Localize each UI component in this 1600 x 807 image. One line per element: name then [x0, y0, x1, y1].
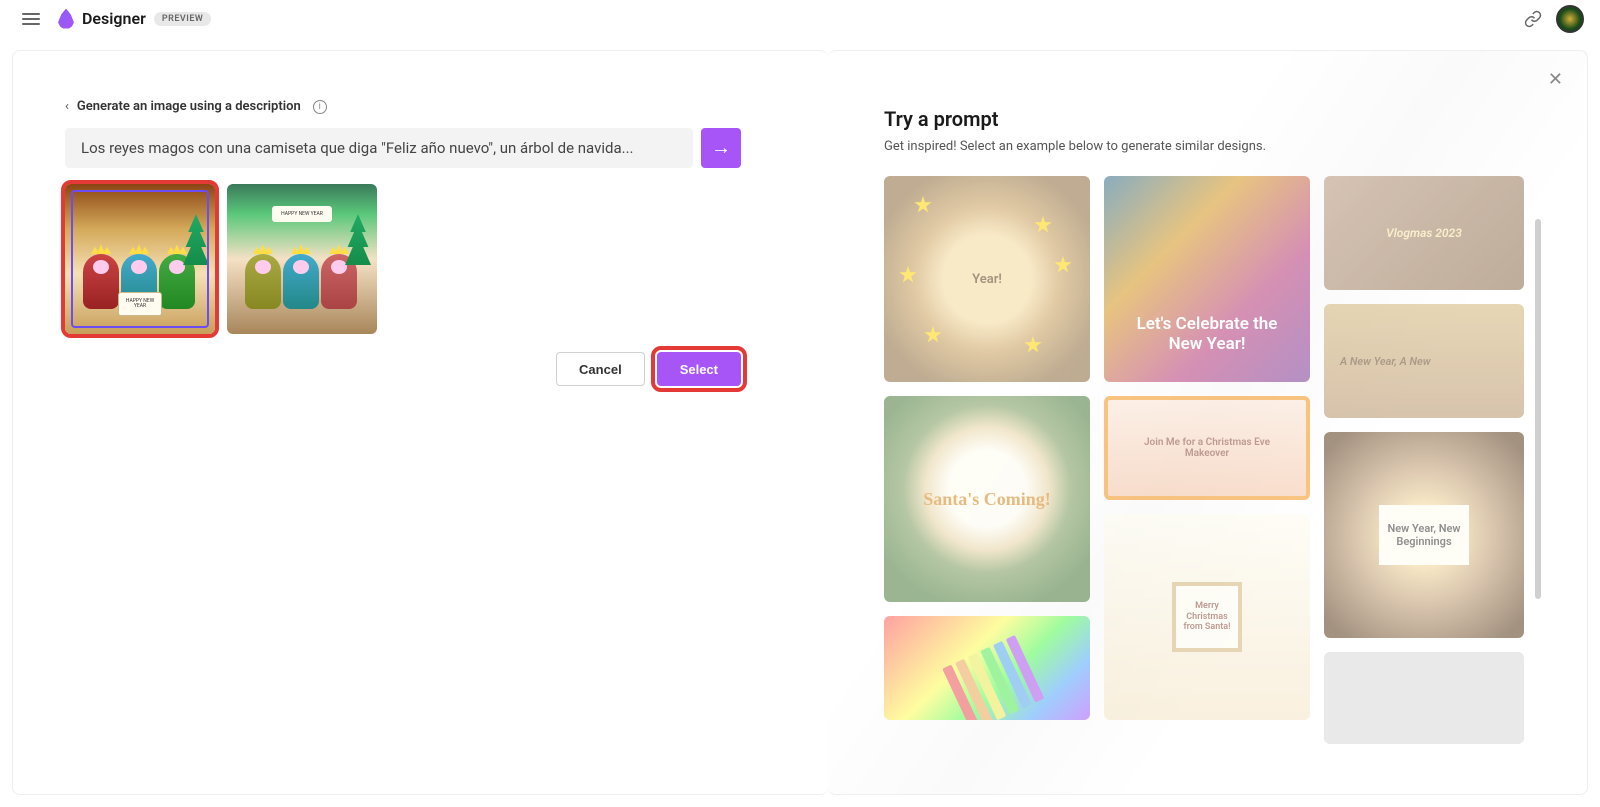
action-row: Cancel Select: [65, 352, 741, 386]
banner-text: HAPPY NEW YEAR: [272, 206, 332, 222]
back-row[interactable]: ‹ Generate an image using a description i: [65, 99, 828, 114]
prompt-tile[interactable]: New Year, New Beginnings: [1324, 432, 1524, 638]
preview-badge: PREVIEW: [154, 12, 211, 26]
tile-label: Join Me for a Christmas Eve Makeover: [1138, 437, 1276, 459]
tile-label: Merry Christmas from Santa!: [1172, 582, 1242, 652]
panel-right: ✕Try a prompt Get inspired! Select an exa…: [828, 50, 1588, 795]
scrollbar[interactable]: [1535, 219, 1541, 599]
close-button[interactable]: ✕: [1548, 69, 1563, 90]
prompt-tile[interactable]: Vlogmas 2023: [1324, 176, 1524, 290]
panel-subtitle: Get inspired! Select an example below to…: [884, 139, 1547, 154]
logo-group: Designer PREVIEW: [58, 9, 211, 29]
prompt-tile[interactable]: [1324, 652, 1524, 744]
result-card-2[interactable]: HAPPY NEW YEAR: [227, 184, 377, 334]
link-icon[interactable]: [1524, 10, 1542, 28]
prompt-tile[interactable]: Merry Christmas from Santa!: [1104, 514, 1310, 720]
gallery-col-1: Year! Santa's Coming!: [884, 176, 1090, 744]
cancel-button[interactable]: Cancel: [556, 352, 645, 386]
tile-label: Let's Celebrate the New Year!: [1124, 314, 1290, 354]
prompt-tile[interactable]: Let's Celebrate the New Year!: [1104, 176, 1310, 382]
panel-title: Try a prompt: [884, 107, 1547, 131]
tile-label: Vlogmas 2023: [1386, 226, 1462, 240]
tile-label: A New Year, A New: [1340, 355, 1431, 368]
flame-icon: [58, 9, 74, 29]
panel-left: ‹ Generate an image using a description iL…: [12, 50, 828, 795]
select-button[interactable]: Select: [657, 352, 741, 386]
prompt-tile[interactable]: Santa's Coming!: [884, 396, 1090, 602]
brand-label: Designer: [82, 9, 146, 28]
sign-text: HAPPY NEW YEAR: [118, 292, 162, 316]
results-row: HAPPY NEW YEAR HAPPY NEW YEAR: [65, 184, 828, 334]
prompt-input[interactable]: Los reyes magos con una camiseta que dig…: [65, 128, 693, 168]
gallery-col-2: Let's Celebrate the New Year! Join Me for…: [1104, 176, 1310, 744]
info-icon[interactable]: i: [313, 100, 327, 114]
prompt-tile[interactable]: Year!: [884, 176, 1090, 382]
prompt-tile[interactable]: Join Me for a Christmas Eve Makeover: [1104, 396, 1310, 500]
gallery-col-3: Vlogmas 2023 A New Year, A New New Year, N…: [1324, 176, 1524, 744]
result-card-1[interactable]: HAPPY NEW YEAR: [65, 184, 215, 334]
submit-button[interactable]: →: [701, 128, 741, 168]
prompt-tile[interactable]: A New Year, A New: [1324, 304, 1524, 418]
prompt-tile[interactable]: [884, 616, 1090, 720]
tile-label: New Year, New Beginnings: [1379, 505, 1469, 565]
menu-icon[interactable]: [16, 7, 46, 31]
app-header: Designer PREVIEW: [0, 0, 1600, 38]
result-thumb-1: HAPPY NEW YEAR: [65, 184, 215, 334]
chevron-left-icon: ‹: [65, 99, 69, 114]
main: ‹Generate an image using a descriptioniL…: [0, 38, 1600, 807]
prompt-row: Los reyes magos con una camiseta que dig…: [65, 128, 741, 168]
gallery: Year! Santa's Coming! Let's Celebrate the …: [884, 176, 1547, 744]
back-label: Generate an image using a description: [77, 99, 301, 114]
result-thumb-2: HAPPY NEW YEAR: [227, 184, 377, 334]
avatar[interactable]: [1556, 5, 1584, 33]
header-right: [1524, 5, 1584, 33]
arrow-right-icon: →: [711, 137, 731, 160]
tile-label: Santa's Coming!: [923, 489, 1051, 510]
